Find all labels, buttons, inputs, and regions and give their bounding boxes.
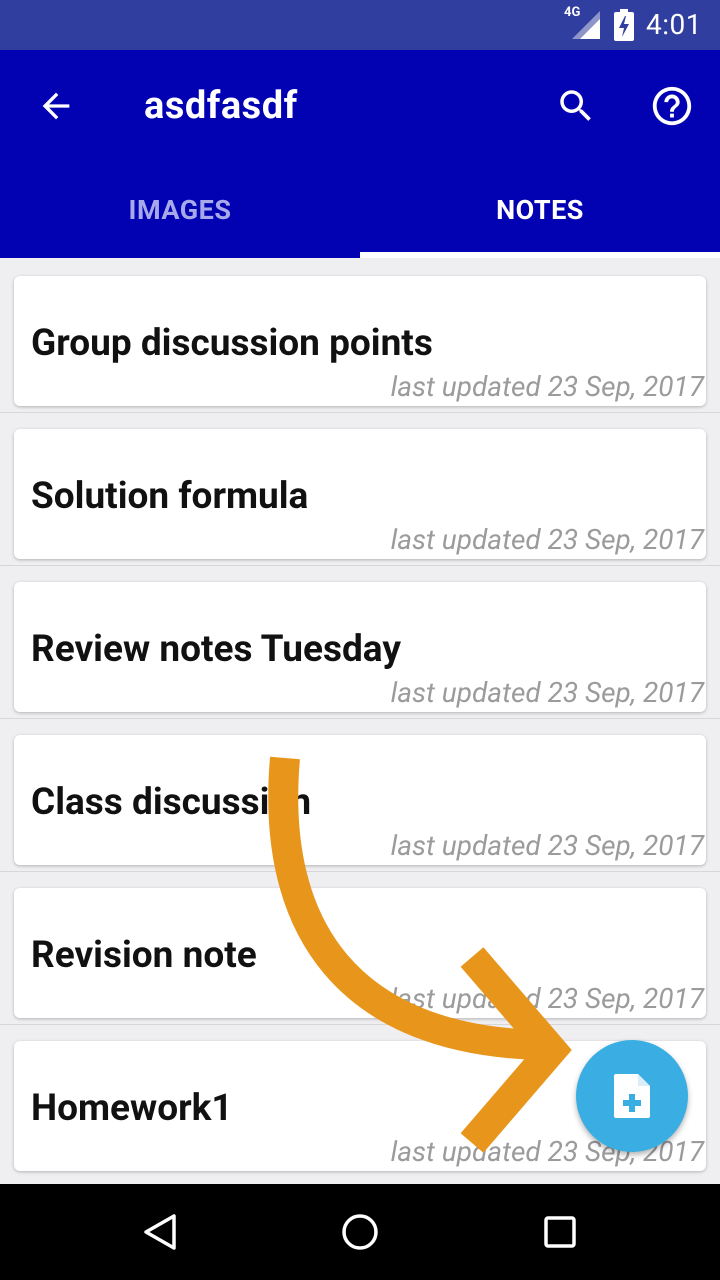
note-updated-date: last updated 23 Sep, 2017 [390, 370, 704, 403]
nav-recents-button[interactable] [532, 1204, 588, 1260]
arrow-back-icon [42, 92, 70, 120]
nav-back-icon [144, 1214, 176, 1250]
note-card[interactable]: Class discussion last updated 23 Sep, 20… [14, 735, 706, 865]
note-updated-date: last updated 23 Sep, 2017 [390, 523, 704, 556]
signal-icon: 4G [564, 5, 602, 41]
search-button[interactable] [550, 80, 602, 132]
note-title: Class discussion [31, 781, 312, 824]
note-title: Homework1 [31, 1087, 233, 1130]
note-updated-date: last updated 23 Sep, 2017 [390, 829, 704, 862]
app-bar: asdfasdf IMAGES NOTES [0, 50, 720, 258]
divider [0, 871, 720, 872]
tab-notes[interactable]: NOTES [360, 162, 720, 258]
note-card[interactable]: Review notes Tuesday last updated 23 Sep… [14, 582, 706, 712]
toolbar: asdfasdf [0, 50, 720, 162]
note-updated-date: last updated 23 Sep, 2017 [390, 676, 704, 709]
system-nav-bar [0, 1184, 720, 1280]
note-card[interactable]: Group discussion points last updated 23 … [14, 276, 706, 406]
battery-charging-icon [614, 9, 634, 41]
status-icons: 4G 4:01 [564, 5, 702, 42]
network-type-label: 4G [564, 5, 581, 20]
tab-images[interactable]: IMAGES [0, 162, 360, 258]
add-note-icon [614, 1074, 650, 1118]
nav-recents-icon [544, 1216, 576, 1248]
divider [0, 565, 720, 566]
note-updated-date: last updated 23 Sep, 2017 [390, 982, 704, 1015]
nav-home-icon [342, 1214, 378, 1250]
divider [0, 718, 720, 719]
divider [0, 412, 720, 413]
divider [0, 1024, 720, 1025]
note-title: Review notes Tuesday [31, 628, 401, 671]
add-note-button[interactable] [576, 1040, 688, 1152]
nav-home-button[interactable] [332, 1204, 388, 1260]
note-title: Solution formula [31, 475, 309, 518]
help-icon [652, 86, 692, 126]
note-title: Group discussion points [31, 322, 433, 365]
nav-back-button[interactable] [132, 1204, 188, 1260]
clock: 4:01 [646, 8, 702, 41]
note-card[interactable]: Revision note last updated 23 Sep, 2017 [14, 888, 706, 1018]
back-button[interactable] [30, 80, 82, 132]
note-card[interactable]: Solution formula last updated 23 Sep, 20… [14, 429, 706, 559]
page-title: asdfasdf [144, 84, 298, 128]
note-title: Revision note [31, 934, 257, 977]
help-button[interactable] [646, 80, 698, 132]
tab-bar: IMAGES NOTES [0, 162, 720, 258]
status-bar: 4G 4:01 [0, 0, 720, 50]
search-icon [560, 90, 591, 121]
